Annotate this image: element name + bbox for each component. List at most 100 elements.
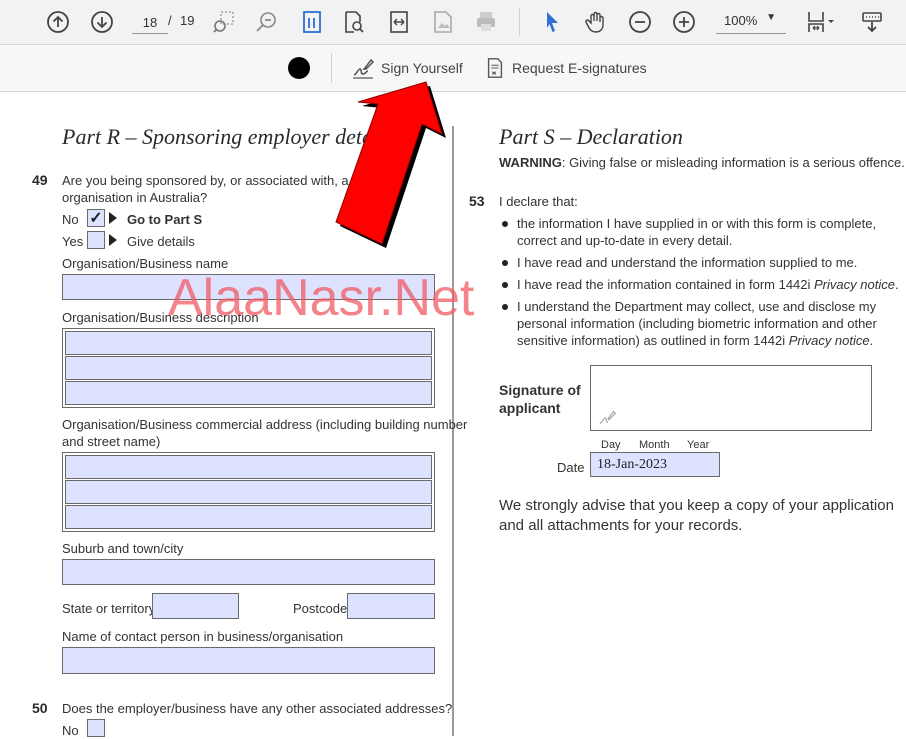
declaration-3: I have read the information contained in… — [517, 276, 899, 293]
org-address-label-line1: Organisation/Business commercial address… — [62, 417, 468, 432]
zoom-level-select[interactable]: 100% ▼ — [716, 9, 786, 34]
zoom-in-button[interactable] — [670, 8, 698, 36]
org-description-line[interactable] — [65, 331, 432, 355]
bullet-icon — [502, 282, 508, 288]
declaration-3-text: I have read the information contained in… — [517, 277, 815, 292]
yes-checkbox[interactable] — [87, 231, 105, 249]
main-toolbar: / 19 100% ▼ — [0, 0, 906, 45]
declare-intro: I declare that: — [499, 194, 578, 209]
go-to-arrow-icon — [109, 234, 117, 246]
part-s-title: Part S – Declaration — [499, 124, 683, 149]
signature-field[interactable] — [590, 365, 872, 431]
no-go-to-text: Go to Part S — [127, 212, 203, 227]
question-49-text-line2: organisation in Australia? — [62, 190, 208, 205]
org-address-label-line2: and street name) — [62, 434, 161, 449]
warning-label: WARNING — [499, 155, 562, 170]
select-tool-button[interactable] — [538, 8, 566, 36]
no-checkbox[interactable]: ✓ — [87, 209, 105, 227]
search-page-button[interactable] — [340, 8, 368, 36]
question-50-text: Does the employer/business have any othe… — [62, 701, 453, 716]
date-field[interactable]: 18-Jan-2023 — [590, 452, 720, 477]
hand-tool-button[interactable] — [582, 8, 610, 36]
advice-line1: We strongly advise that you keep a copy … — [499, 497, 894, 514]
postcode-field[interactable] — [347, 593, 435, 619]
chevron-down-icon: ▼ — [766, 12, 776, 23]
contact-person-label: Name of contact person in business/organ… — [62, 629, 344, 644]
arrow-up-circle-icon — [47, 11, 69, 33]
marquee-zoom-button[interactable] — [210, 8, 238, 36]
signature-label-line2: applicant — [499, 400, 561, 416]
go-to-arrow-icon — [109, 212, 117, 224]
ink-color-button[interactable] — [288, 57, 310, 79]
date-label: Date — [557, 460, 585, 475]
page-total: 19 — [180, 13, 195, 28]
document-signature-icon — [487, 58, 503, 78]
declaration-1-line1: the information I have supplied in or wi… — [517, 216, 877, 231]
privacy-notice-ref: Privacy notice — [788, 333, 870, 348]
no-option-label: No — [62, 212, 79, 227]
request-esignatures-label: Request E-signatures — [512, 60, 647, 76]
fit-page-icon — [303, 11, 321, 33]
request-esignatures-button[interactable]: Request E-signatures — [484, 55, 647, 81]
q50-no-checkbox[interactable] — [87, 719, 105, 737]
warning-text: WARNING: Giving false or misleading info… — [499, 154, 905, 171]
yes-option-label: Yes — [62, 234, 84, 249]
privacy-notice-ref: Privacy notice — [814, 277, 895, 292]
org-address-field[interactable] — [62, 452, 435, 532]
next-page-button[interactable] — [88, 8, 116, 36]
page-separator: / — [168, 13, 172, 28]
arrow-down-circle-icon — [91, 11, 113, 33]
fill-sign-toolbar: Sign Yourself Request E-signatures — [0, 45, 906, 92]
warning-message: : Giving false or misleading information… — [561, 155, 905, 170]
bullet-icon — [502, 304, 508, 310]
org-description-line[interactable] — [65, 356, 432, 380]
zoom-out-page-icon — [256, 12, 276, 32]
sign-pen-icon — [599, 410, 617, 425]
state-field[interactable] — [152, 593, 239, 619]
image-button[interactable] — [429, 8, 457, 36]
declaration-4-line1: I understand the Department may collect,… — [517, 299, 877, 314]
zoom-level-value: 100% — [724, 13, 758, 28]
suburb-field[interactable] — [62, 559, 435, 585]
org-description-line[interactable] — [65, 381, 432, 405]
zoom-out-page-button[interactable] — [252, 8, 280, 36]
bullet-icon — [502, 260, 508, 266]
question-50-number: 50 — [32, 700, 48, 716]
declaration-4-line2: personal information (including biometri… — [517, 316, 877, 331]
zoom-out-button[interactable] — [626, 8, 654, 36]
org-address-line[interactable] — [65, 455, 432, 479]
fit-width-icon — [390, 11, 408, 33]
marquee-zoom-icon — [213, 11, 234, 33]
page-layout-button[interactable] — [802, 8, 838, 36]
state-label: State or territory — [62, 601, 156, 616]
org-address-line[interactable] — [65, 505, 432, 529]
org-address-line[interactable] — [65, 480, 432, 504]
contact-person-field[interactable] — [62, 647, 435, 674]
declaration-1-line2: correct and up-to-date in every detail. — [517, 233, 733, 248]
print-button[interactable] — [472, 8, 500, 36]
declaration-4-line3: sensitive information) as outlined in fo… — [517, 332, 873, 349]
zoom-minus-icon — [629, 11, 651, 33]
declaration-2: I have read and understand the informati… — [517, 255, 858, 270]
declaration-4-text: sensitive information) as outlined in fo… — [517, 333, 789, 348]
page-number-input[interactable] — [132, 11, 168, 34]
toolbar-divider — [519, 8, 520, 36]
declaration-3-end: . — [894, 277, 899, 292]
advice-line2: and all attachments for your records. — [499, 517, 743, 534]
zoom-plus-icon — [673, 11, 695, 33]
yes-go-to-text: Give details — [127, 234, 195, 249]
red-arrow-annotation-icon — [335, 81, 446, 248]
hand-icon — [585, 11, 604, 33]
more-tools-button[interactable] — [858, 8, 886, 36]
fit-page-button[interactable] — [298, 8, 326, 36]
select-pointer-icon — [547, 12, 558, 32]
previous-page-button[interactable] — [44, 8, 72, 36]
more-tools-icon — [862, 12, 882, 33]
image-icon — [434, 11, 452, 33]
suburb-label: Suburb and town/city — [62, 541, 184, 556]
fit-width-button[interactable] — [385, 8, 413, 36]
check-mark-icon: ✓ — [89, 210, 103, 227]
document-page: Part R – Sponsoring employer details 49 … — [0, 92, 906, 738]
org-description-field[interactable] — [62, 328, 435, 408]
signature-label-line1: Signature of — [499, 382, 581, 398]
